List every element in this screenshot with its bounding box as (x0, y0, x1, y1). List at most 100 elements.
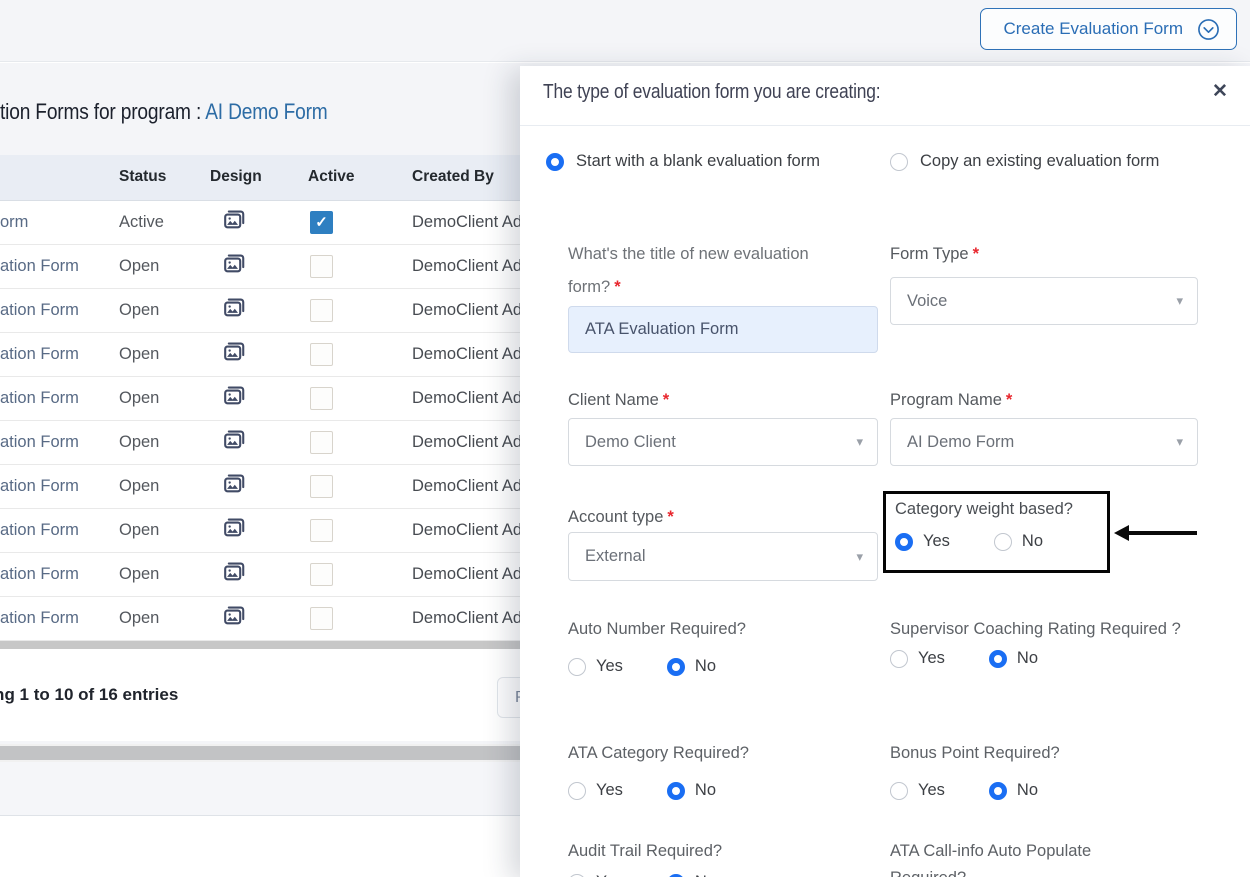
form-name-link[interactable]: ation Form (0, 389, 79, 407)
create-evaluation-form-button[interactable]: Create Evaluation Form (980, 8, 1237, 50)
no-radio[interactable] (667, 658, 685, 676)
status-cell: Open (112, 332, 208, 376)
required-asterisk: * (667, 508, 673, 526)
account-type-select[interactable]: External ▾ (568, 532, 878, 581)
form-name-link[interactable]: ation Form (0, 257, 79, 275)
blank-form-radio[interactable] (546, 153, 564, 171)
active-checkbox[interactable]: ✓ (310, 255, 333, 278)
active-checkbox[interactable]: ✓ (310, 343, 333, 366)
yes-radio[interactable] (890, 650, 908, 668)
required-asterisk: * (1006, 391, 1012, 409)
title-question-label: What's the title of new evaluation form?… (568, 238, 844, 304)
yes-radio[interactable] (895, 533, 913, 551)
design-icon[interactable] (224, 210, 245, 234)
form-name-link[interactable]: ation Form (0, 477, 79, 495)
blank-form-label: Start with a blank evaluation form (576, 152, 820, 171)
design-icon[interactable] (224, 298, 245, 322)
page-title-text: tion Forms for program : (0, 99, 205, 124)
page-title: tion Forms for program : AI Demo Form (0, 99, 376, 125)
status-cell: Open (112, 464, 208, 508)
form-type-select[interactable]: Voice ▾ (890, 277, 1198, 325)
status-cell: Open (112, 552, 208, 596)
design-icon[interactable] (224, 606, 245, 630)
account-type-label: Account type* (568, 501, 674, 534)
ata-callinfo-question: ATA Call-info Auto Populate Required? (890, 838, 1142, 877)
no-radio[interactable] (994, 533, 1012, 551)
active-checkbox[interactable]: ✓ (310, 563, 333, 586)
program-link[interactable]: AI Demo Form (205, 99, 327, 124)
form-name-link[interactable]: ation Form (0, 565, 79, 583)
column-header-status[interactable]: Status (112, 155, 208, 200)
divider (520, 125, 1250, 126)
status-cell: Active (112, 200, 208, 244)
no-radio[interactable] (989, 782, 1007, 800)
active-checkbox[interactable]: ✓ (310, 431, 333, 454)
design-icon[interactable] (224, 254, 245, 278)
category-weight-highlight-box: Category weight based? Yes No (883, 491, 1110, 573)
status-cell: Open (112, 420, 208, 464)
active-checkbox[interactable]: ✓ (310, 211, 333, 234)
design-icon[interactable] (224, 474, 245, 498)
column-header-design[interactable]: Design (208, 155, 304, 200)
status-cell: Open (112, 596, 208, 640)
design-icon[interactable] (224, 386, 245, 410)
active-checkbox[interactable]: ✓ (310, 299, 333, 322)
form-name-link[interactable]: ation Form (0, 345, 79, 363)
active-checkbox[interactable]: ✓ (310, 475, 333, 498)
option-copy-form[interactable]: Copy an existing evaluation form (890, 152, 1159, 171)
supervisor-coaching-question: Supervisor Coaching Rating Required ? Ye… (890, 616, 1186, 668)
status-cell: Open (112, 376, 208, 420)
program-name-select[interactable]: AI Demo Form ▾ (890, 418, 1198, 466)
annotation-arrow-icon (1114, 524, 1198, 542)
yes-radio[interactable] (568, 874, 586, 877)
caret-down-icon: ▾ (856, 549, 863, 565)
design-icon[interactable] (224, 518, 245, 542)
active-checkbox[interactable]: ✓ (310, 607, 333, 630)
status-cell: Open (112, 244, 208, 288)
active-checkbox[interactable]: ✓ (310, 387, 333, 410)
no-radio[interactable] (667, 874, 685, 877)
ata-category-question: ATA Category Required? Yes No (568, 740, 878, 800)
client-name-select[interactable]: Demo Client ▾ (568, 418, 878, 466)
pagination-info: Showing 1 to 10 of 16 entries (0, 685, 178, 705)
yes-radio[interactable] (568, 658, 586, 676)
category-weight-label: Category weight based? (895, 500, 1073, 519)
client-name-label: Client Name* (568, 384, 669, 417)
caret-down-icon: ▾ (856, 434, 863, 450)
title-input[interactable] (568, 306, 878, 353)
status-cell: Open (112, 288, 208, 332)
create-form-modal: The type of evaluation form you are crea… (520, 66, 1250, 877)
design-icon[interactable] (224, 562, 245, 586)
form-type-label: Form Type* (890, 238, 1198, 271)
design-icon[interactable] (224, 342, 245, 366)
form-name-link[interactable]: ation Form (0, 521, 79, 539)
yes-radio[interactable] (568, 782, 586, 800)
form-name-link[interactable]: orm (0, 213, 28, 231)
no-radio[interactable] (989, 650, 1007, 668)
option-blank-form[interactable]: Start with a blank evaluation form (546, 152, 820, 171)
copy-form-radio[interactable] (890, 153, 908, 171)
modal-title: The type of evaluation form you are crea… (543, 81, 880, 104)
form-name-link[interactable]: ation Form (0, 433, 79, 451)
chevron-down-circle-icon (1197, 18, 1220, 41)
form-name-link[interactable]: ation Form (0, 609, 79, 627)
required-asterisk: * (973, 245, 979, 263)
bonus-point-question: Bonus Point Required? Yes No (890, 740, 1198, 800)
no-radio[interactable] (667, 782, 685, 800)
caret-down-icon: ▾ (1176, 293, 1183, 309)
audit-trail-question: Audit Trail Required? Yes No (568, 838, 878, 877)
create-evaluation-form-label: Create Evaluation Form (1003, 19, 1183, 39)
caret-down-icon: ▾ (1176, 434, 1183, 450)
column-header-name[interactable] (0, 155, 112, 200)
close-icon[interactable]: ✕ (1212, 82, 1228, 101)
required-asterisk: * (614, 278, 620, 296)
yes-radio[interactable] (890, 782, 908, 800)
program-name-label: Program Name* (890, 384, 1012, 417)
form-name-link[interactable]: ation Form (0, 301, 79, 319)
topbar: Create Evaluation Form (0, 0, 1250, 62)
required-asterisk: * (663, 391, 669, 409)
design-icon[interactable] (224, 430, 245, 454)
column-header-active[interactable]: Active (304, 155, 400, 200)
check-icon: ✓ (315, 214, 328, 231)
active-checkbox[interactable]: ✓ (310, 519, 333, 542)
